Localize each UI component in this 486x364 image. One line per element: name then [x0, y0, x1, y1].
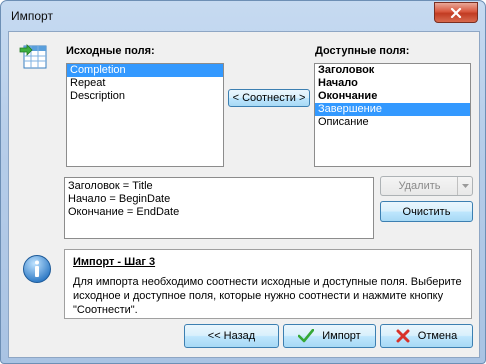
title-bar[interactable]: Импорт: [1, 1, 485, 31]
available-fields-label: Доступные поля:: [315, 45, 410, 57]
cancel-button[interactable]: Отмена: [380, 324, 473, 348]
source-field-item[interactable]: Repeat: [67, 77, 223, 90]
available-fields-list[interactable]: Заголовок Начало Окончание Завершение Оп…: [314, 63, 471, 167]
step-description: Для импорта необходимо соотнести исходны…: [73, 276, 462, 316]
available-field-item[interactable]: Завершение: [315, 103, 470, 116]
source-field-item[interactable]: Description: [67, 90, 223, 103]
clear-button[interactable]: Очистить: [380, 201, 473, 222]
chevron-down-icon[interactable]: [457, 177, 472, 195]
map-fields-button[interactable]: < Соотнести >: [228, 89, 310, 107]
table-import-icon: [19, 44, 47, 69]
cancel-icon: [396, 329, 410, 343]
mapping-row: Заголовок = Title: [68, 180, 153, 192]
import-button-label: Импорт: [322, 330, 361, 342]
step-title: Импорт - Шаг 3: [73, 256, 156, 268]
available-field-item[interactable]: Заголовок: [315, 64, 470, 77]
available-field-item[interactable]: Начало: [315, 77, 470, 90]
dialog-content: Исходные поля: Completion Repeat Descrip…: [8, 31, 480, 358]
back-button-label: << Назад: [207, 330, 256, 342]
mappings-list[interactable]: Заголовок = Title Начало = BeginDate Око…: [64, 177, 374, 239]
info-icon: [23, 255, 51, 283]
checkmark-icon: [298, 329, 315, 343]
available-field-item[interactable]: Описание: [315, 116, 470, 129]
delete-button-label: Удалить: [398, 180, 441, 192]
import-dialog: Импорт Исходные поля: Completion Repeat …: [0, 0, 486, 364]
mapping-row: Начало = BeginDate: [68, 193, 171, 205]
source-fields-list[interactable]: Completion Repeat Description: [66, 63, 224, 167]
info-panel: Импорт - Шаг 3 Для импорта необходимо со…: [64, 249, 472, 319]
window-title: Импорт: [11, 9, 53, 23]
delete-button[interactable]: Удалить: [380, 176, 473, 196]
mapping-row: Окончание = EndDate: [68, 206, 180, 218]
close-button[interactable]: [434, 2, 478, 23]
close-icon: [450, 7, 462, 18]
cancel-button-label: Отмена: [417, 330, 458, 342]
source-field-item[interactable]: Completion: [67, 64, 223, 77]
available-field-item[interactable]: Окончание: [315, 90, 470, 103]
back-button[interactable]: << Назад: [184, 324, 279, 348]
source-fields-label: Исходные поля:: [66, 45, 155, 57]
import-button[interactable]: Импорт: [283, 324, 376, 348]
